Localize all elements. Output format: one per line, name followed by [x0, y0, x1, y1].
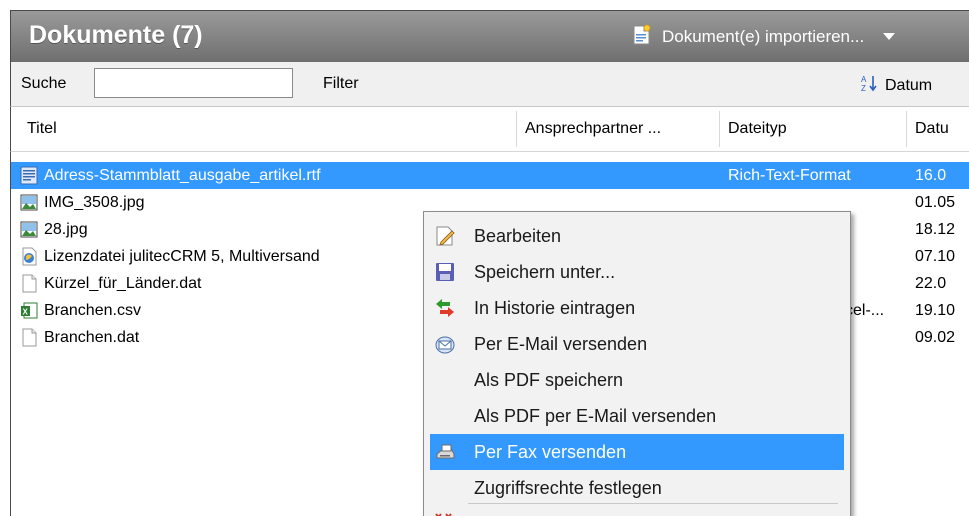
sort-button[interactable]: A Z Datum: [861, 74, 932, 97]
column-header-contact[interactable]: Ansprechpartner ...: [525, 107, 661, 151]
image-file-icon: [20, 220, 38, 239]
row-date: 16.0: [915, 167, 947, 184]
row-title: Adress-Stammblatt_ausgabe_artikel.rtf: [44, 167, 321, 184]
row-date: 19.10: [915, 302, 956, 319]
column-divider[interactable]: [906, 111, 907, 147]
menu-item-label: Zugriffsrechte festlegen: [474, 478, 662, 498]
image-file-icon: [20, 193, 38, 212]
column-header-row: Titel Ansprechpartner ... Dateityp Datu: [10, 107, 969, 152]
search-label: Suche: [21, 75, 67, 92]
history-arrows-icon: [434, 297, 456, 319]
excel-file-icon: X: [20, 301, 38, 320]
menu-item-label: In Historie eintragen: [474, 298, 636, 318]
search-bar: Suche Filter A Z Datum: [10, 62, 969, 107]
menu-item-label: Speichern unter...: [474, 262, 616, 282]
column-divider[interactable]: [719, 111, 720, 147]
filter-button[interactable]: Filter: [323, 75, 359, 93]
menu-item-email-pdf[interactable]: Als PDF per E-Mail versenden: [430, 398, 844, 434]
column-header-date[interactable]: Datu: [915, 107, 949, 151]
column-header-title[interactable]: Titel: [27, 107, 57, 151]
row-filetype: Rich-Text-Format: [728, 167, 851, 184]
menu-item-access-rights[interactable]: Zugriffsrechte festlegen: [430, 470, 844, 506]
import-documents-button[interactable]: Dokument(e) importieren...: [632, 24, 896, 51]
menu-item-save-pdf[interactable]: Als PDF speichern: [430, 362, 844, 398]
new-document-icon: [632, 24, 652, 51]
delete-icon: [433, 508, 455, 516]
menu-item-add-history[interactable]: In Historie eintragen: [430, 290, 844, 326]
menu-separator: [468, 503, 838, 504]
sort-label: Datum: [885, 76, 933, 94]
context-menu: Bearbeiten Speichern unter... In Histori…: [423, 211, 851, 516]
menu-item-label: Als PDF per E-Mail versenden: [474, 406, 717, 426]
row-date: 07.10: [915, 248, 956, 265]
blank-file-icon: [20, 274, 38, 293]
table-row[interactable]: Adress-Stammblatt_ausgabe_artikel.rtf Ri…: [11, 162, 969, 189]
row-contact: [525, 162, 715, 189]
menu-item-label: Als PDF speichern: [474, 370, 624, 390]
row-date: 01.05: [915, 194, 956, 211]
row-filetype: cel-...: [845, 302, 885, 319]
svg-text:A: A: [861, 75, 867, 84]
menu-item-send-fax[interactable]: Per Fax versenden: [430, 434, 844, 470]
import-label: Dokument(e) importieren...: [662, 27, 865, 46]
save-icon: [434, 261, 456, 283]
row-date: 22.0: [915, 275, 947, 292]
chevron-down-icon[interactable]: [882, 27, 896, 47]
edit-icon: [434, 225, 456, 247]
panel-header: Dokumente (7) Dokument(e) importieren...: [10, 10, 969, 62]
svg-text:X: X: [23, 308, 29, 317]
documents-panel: Dokumente (7) Dokument(e) importieren...…: [0, 0, 969, 516]
sort-az-icon: A Z: [861, 74, 879, 97]
rtf-file-icon: [20, 166, 38, 185]
menu-item-label: Per Fax versenden: [474, 442, 627, 462]
menu-item-label: Per E-Mail versenden: [474, 334, 648, 354]
email-icon: [434, 333, 456, 355]
menu-item-send-email[interactable]: Per E-Mail versenden: [430, 326, 844, 362]
blank-file-icon: [20, 328, 38, 347]
search-input[interactable]: [94, 68, 293, 98]
svg-text:Z: Z: [861, 84, 866, 92]
row-date: 18.12: [915, 221, 956, 238]
fax-icon: [434, 441, 456, 463]
column-header-filetype[interactable]: Dateityp: [728, 107, 787, 151]
html-file-icon: [20, 247, 38, 266]
menu-item-save-as[interactable]: Speichern unter...: [430, 254, 844, 290]
panel-title: Dokumente (7): [29, 21, 203, 49]
column-divider[interactable]: [516, 111, 517, 147]
row-date: 09.02: [915, 329, 956, 346]
menu-item-label: Bearbeiten: [474, 226, 562, 246]
menu-item-edit[interactable]: Bearbeiten: [430, 218, 844, 254]
